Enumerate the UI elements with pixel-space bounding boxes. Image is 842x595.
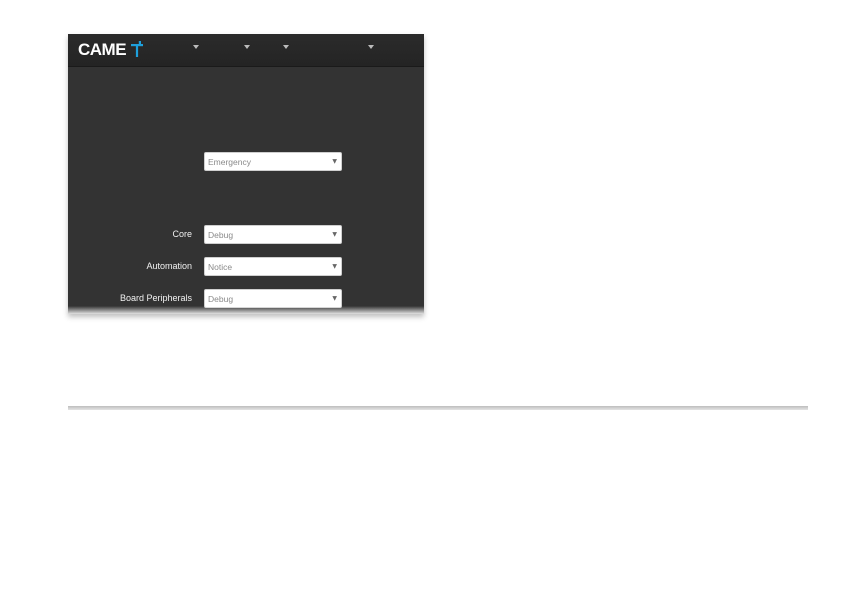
general-log-level-row: Emergency ▼ [68, 152, 424, 172]
automation-label: Automation [146, 261, 192, 271]
came-t-logo-icon [131, 41, 144, 57]
select-value: Notice [208, 262, 233, 272]
nav-menu-3-caret-down-icon[interactable] [283, 45, 289, 49]
nav-menu-1-caret-down-icon[interactable] [193, 45, 199, 49]
select-value: Debug [208, 294, 234, 304]
core-log-level-select[interactable]: Debug ▼ [204, 225, 342, 244]
core-label: Core [172, 229, 192, 239]
caret-down-icon: ▼ [332, 263, 337, 270]
screenshot-bottom-fade [68, 306, 424, 314]
came-logo[interactable]: CAME [78, 38, 144, 62]
caret-down-icon: ▼ [332, 231, 337, 238]
board-peripherals-label: Board Peripherals [119, 293, 192, 303]
select-value: Emergency [208, 157, 251, 167]
automation-log-level-row: Automation Notice ▼ [68, 257, 424, 277]
page-separator [68, 406, 808, 410]
core-log-level-row: Core Debug ▼ [68, 225, 424, 245]
app-window: CAME Emergency ▼ Core Debug ▼ Automation… [68, 34, 424, 314]
brand-name: CAME [78, 40, 127, 59]
top-navbar: CAME [68, 34, 424, 67]
nav-menu-4-caret-down-icon[interactable] [368, 45, 374, 49]
automation-log-level-select[interactable]: Notice ▼ [204, 257, 342, 276]
nav-menu-2-caret-down-icon[interactable] [244, 45, 250, 49]
caret-down-icon: ▼ [332, 295, 337, 302]
caret-down-icon: ▼ [332, 158, 337, 165]
select-value: Debug [208, 230, 234, 240]
general-log-level-select[interactable]: Emergency ▼ [204, 152, 342, 171]
